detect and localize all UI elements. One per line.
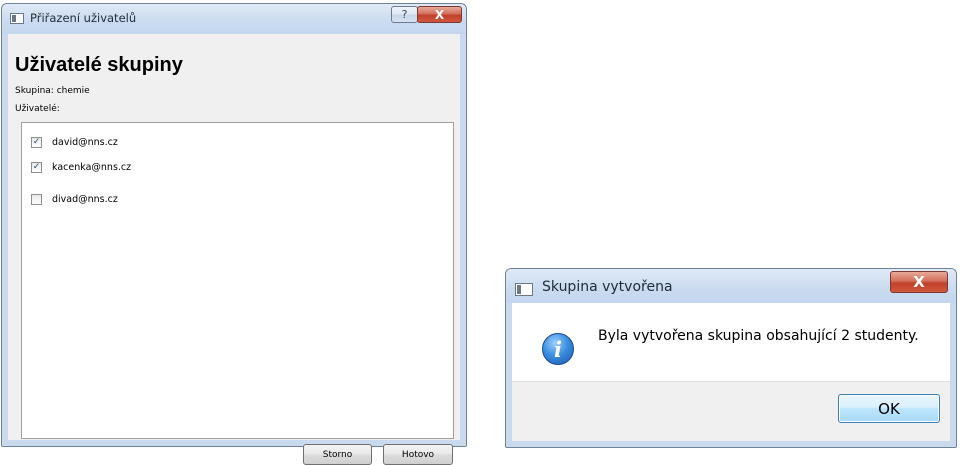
list-item[interactable]: ✓ david@nns.cz: [31, 137, 118, 148]
dialog-body: Uživatelé skupiny Skupina: chemie Uživat…: [8, 34, 460, 465]
checkbox-checked[interactable]: ✓: [31, 137, 42, 148]
user-email: kacenka@nns.cz: [52, 162, 132, 173]
message-text: Byla vytvořena skupina obsahující 2 stud…: [598, 328, 919, 344]
app-window-icon: [10, 13, 24, 24]
group-row: Skupina: chemie: [15, 86, 90, 96]
button-bar: OK: [512, 381, 950, 441]
ok-button[interactable]: OK: [838, 394, 940, 423]
checkbox-checked[interactable]: ✓: [31, 162, 42, 173]
list-item[interactable]: ✓ kacenka@nns.cz: [31, 162, 131, 173]
user-email: divad@nns.cz: [52, 194, 118, 205]
user-email: david@nns.cz: [52, 137, 118, 148]
information-icon: i: [542, 333, 574, 365]
window-title: Skupina vytvořena: [542, 279, 673, 295]
close-icon[interactable]: X: [890, 271, 948, 293]
group-created-messagebox: Skupina vytvořena X i Byla vytvořena sku…: [505, 268, 957, 448]
users-list[interactable]: ✓ david@nns.cz ✓ kacenka@nns.cz divad@nn…: [21, 122, 454, 439]
assign-users-window: Přiřazení uživatelů ? X Uživatelé skupin…: [1, 3, 467, 465]
page-title: Uživatelé skupiny: [15, 54, 183, 76]
group-label: Skupina:: [15, 86, 54, 96]
help-icon[interactable]: ?: [391, 6, 418, 23]
app-window-icon: [515, 283, 533, 296]
message-body: i Byla vytvořena skupina obsahující 2 st…: [512, 303, 950, 441]
group-value: chemie: [56, 86, 90, 96]
users-label: Uživatelé:: [15, 104, 60, 114]
list-item[interactable]: divad@nns.cz: [31, 194, 118, 205]
cancel-button[interactable]: Storno: [303, 444, 372, 465]
done-button[interactable]: Hotovo: [383, 444, 453, 465]
close-icon[interactable]: X: [417, 6, 462, 23]
title-bar[interactable]: Skupina vytvořena X: [506, 269, 956, 303]
checkbox-unchecked[interactable]: [31, 194, 42, 205]
title-bar[interactable]: Přiřazení uživatelů ? X: [2, 4, 466, 34]
window-title: Přiřazení uživatelů: [30, 11, 137, 25]
